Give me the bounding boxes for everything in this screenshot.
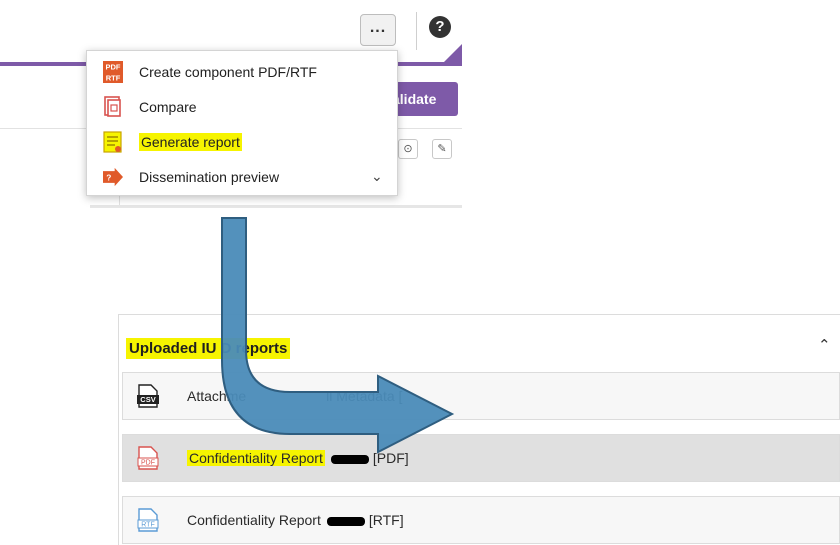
toolbar-separator <box>416 12 417 50</box>
chevron-down-icon[interactable]: ⌄ <box>371 168 383 185</box>
redaction-mark <box>326 516 365 526</box>
report-row-attachment[interactable]: CSV Attachme ll Metadata [ <box>122 372 840 420</box>
svg-text:RTF: RTF <box>141 521 154 528</box>
svg-text:CSV: CSV <box>140 395 155 404</box>
chevron-up-icon[interactable]: ⌃ <box>818 336 831 354</box>
menu-item-label: Create component PDF/RTF <box>139 64 317 80</box>
report-row-confidentiality-rtf[interactable]: RTF Confidentiality Report [RTF] <box>122 496 840 544</box>
clock-icon[interactable]: ⊙ <box>398 139 418 159</box>
reports-panel-title: Uploaded IU D reports <box>126 338 291 359</box>
more-options-button[interactable]: ... <box>360 14 396 46</box>
menu-item-create-component[interactable]: PDF RTF Create component PDF/RTF <box>87 59 397 87</box>
dissemination-icon: ? <box>103 167 123 187</box>
menu-item-label: Compare <box>139 99 197 115</box>
menu-item-dissemination-preview[interactable]: ? Dissemination preview ⌄ <box>87 164 397 192</box>
menu-item-label: Generate report <box>139 133 242 151</box>
menu-item-label: Dissemination preview <box>139 169 280 185</box>
pdf-rtf-icon: PDF RTF <box>103 61 123 83</box>
divider <box>90 205 462 208</box>
report-icon <box>103 131 122 153</box>
svg-text:RTF: RTF <box>106 74 121 83</box>
rtf-file-icon: RTF <box>137 508 159 532</box>
report-row-label: Confidentiality Report [PDF] <box>187 450 409 466</box>
corner-indicator <box>442 44 462 64</box>
svg-text:?: ? <box>106 172 111 182</box>
help-icon[interactable]: ? <box>429 16 451 38</box>
menu-item-generate-report[interactable]: Generate report <box>87 129 397 157</box>
report-row-confidentiality-pdf[interactable]: PDF Confidentiality Report [PDF] <box>122 434 840 482</box>
csv-icon: CSV <box>137 384 159 408</box>
edit-icon[interactable]: ✎ <box>432 139 452 159</box>
report-row-label: Confidentiality Report [RTF] <box>187 512 404 528</box>
redaction-mark <box>330 454 369 464</box>
compare-icon <box>104 96 121 117</box>
panel-border <box>118 314 840 315</box>
svg-text:PDF: PDF <box>106 63 121 72</box>
pdf-file-icon: PDF <box>137 446 159 470</box>
more-options-menu: PDF RTF Create component PDF/RTF Compare… <box>86 50 398 196</box>
panel-border <box>118 314 119 545</box>
report-row-label: Attachme ll Metadata [ <box>187 388 403 404</box>
menu-item-compare[interactable]: Compare <box>87 94 397 122</box>
svg-text:PDF: PDF <box>141 459 155 466</box>
